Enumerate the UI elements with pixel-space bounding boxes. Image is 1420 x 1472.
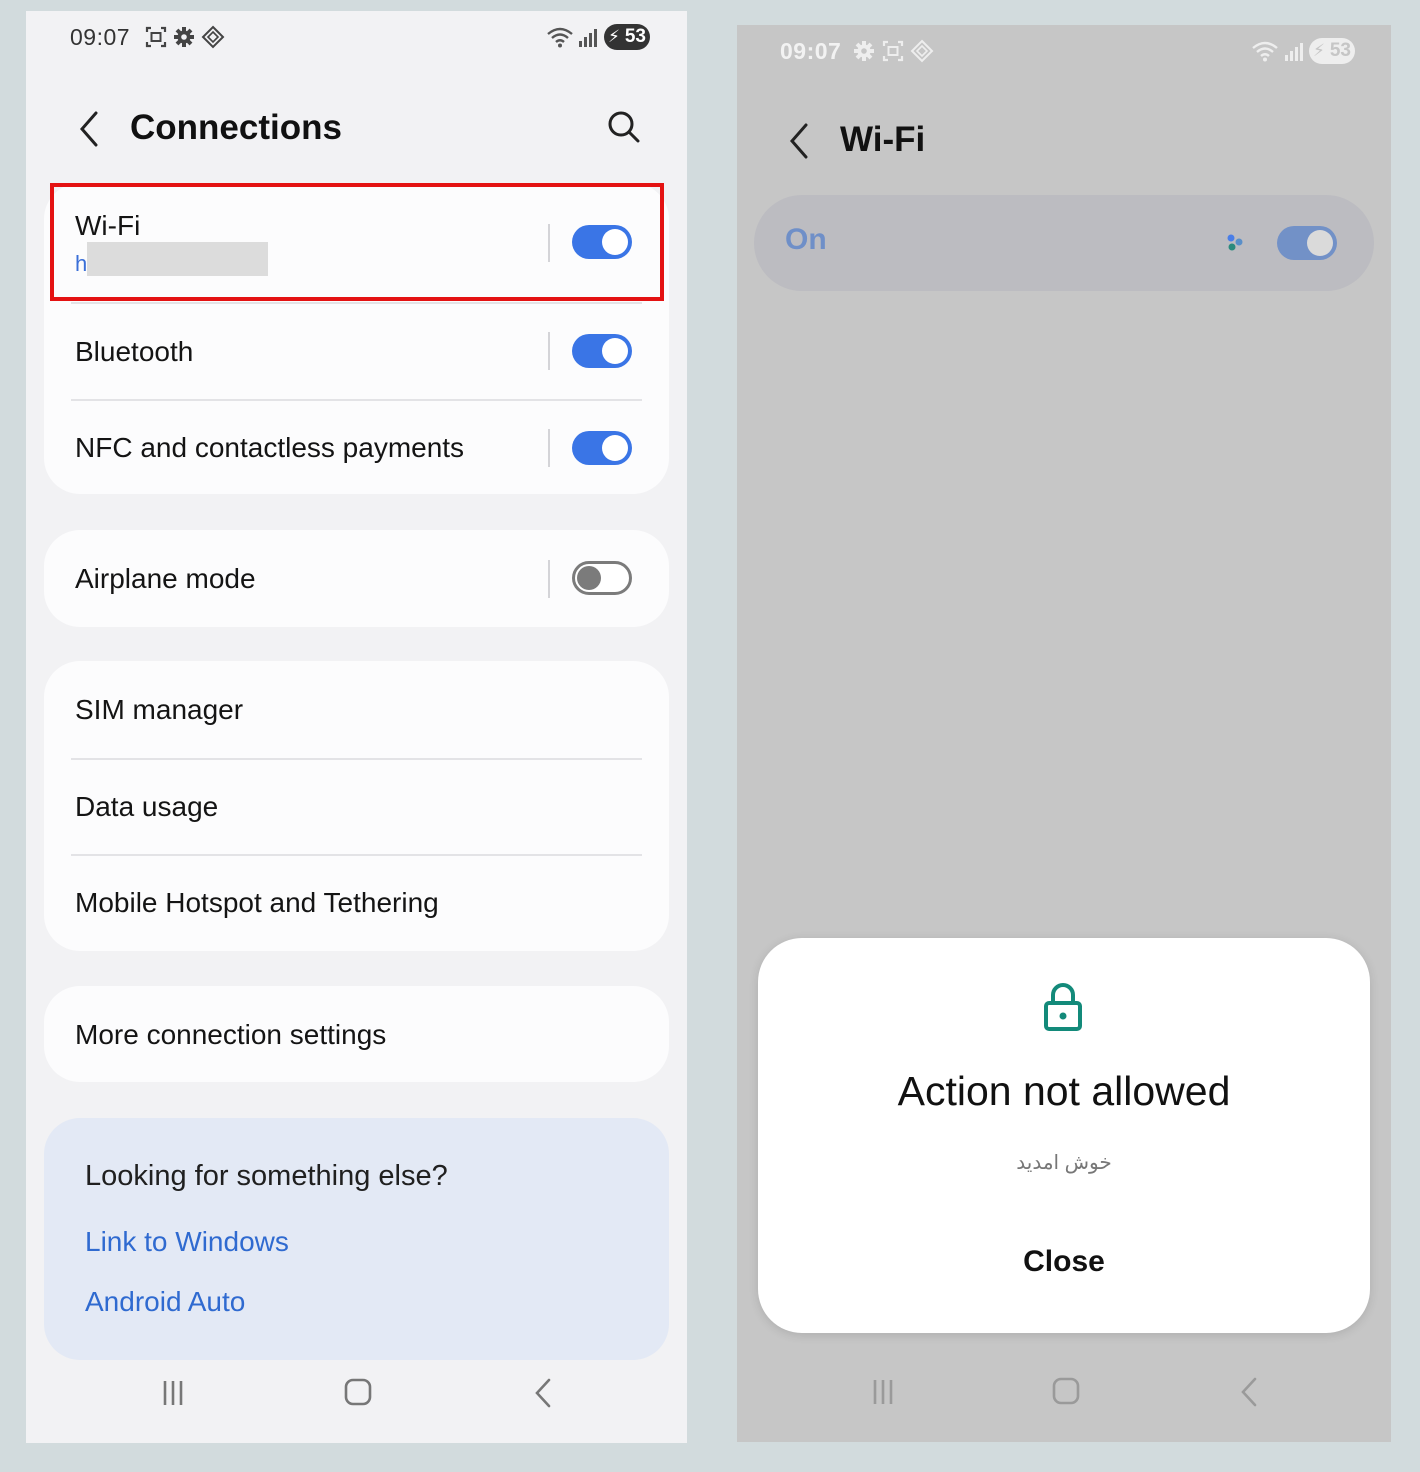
dialog-title: Action not allowed xyxy=(897,1068,1231,1114)
sim-manager-row[interactable]: SIM manager xyxy=(44,661,669,758)
intelligent-wifi-icon xyxy=(1227,234,1243,251)
airplane-row[interactable]: Airplane mode xyxy=(44,530,669,627)
wifi-master-switch-bar[interactable]: On xyxy=(754,195,1374,291)
hotspot-label: Mobile Hotspot and Tethering xyxy=(75,887,439,918)
link-to-windows-link[interactable]: Link to Windows xyxy=(85,1226,289,1258)
wifi-signal-icon xyxy=(547,27,573,48)
connections-screen: 09:07 ⚡ 53 Connections Wi-Fi h Bluetooth … xyxy=(26,11,687,1443)
airplane-toggle[interactable] xyxy=(572,561,632,595)
divider xyxy=(548,332,550,370)
nfc-label: NFC and contactless payments xyxy=(75,432,465,463)
network-card: SIM manager Data usage Mobile Hotspot an… xyxy=(44,661,669,951)
status-time: 09:07 xyxy=(780,38,842,64)
back-nav-button[interactable] xyxy=(513,1363,573,1423)
bluetooth-toggle[interactable] xyxy=(572,334,632,368)
sim-manager-label: SIM manager xyxy=(75,694,244,725)
more-settings-label: More connection settings xyxy=(75,1019,387,1050)
nfc-row[interactable]: NFC and contactless payments xyxy=(44,400,669,494)
suggestions-card: Looking for something else? Link to Wind… xyxy=(44,1118,669,1360)
wifi-signal-icon xyxy=(1252,41,1278,62)
navigation-bar xyxy=(26,1363,687,1443)
back-button[interactable] xyxy=(70,109,110,149)
charging-bolt-icon: ⚡ xyxy=(608,27,620,46)
page-title: Wi-Fi xyxy=(840,120,926,159)
battery-level: 53 xyxy=(1329,40,1351,61)
wifi-highlight-box xyxy=(50,183,664,301)
airplane-card: Airplane mode xyxy=(44,530,669,627)
cellular-signal-icon xyxy=(579,29,597,47)
home-button[interactable] xyxy=(328,1363,388,1423)
data-usage-label: Data usage xyxy=(75,791,219,822)
screenshot-icon xyxy=(145,26,167,48)
bluetooth-label: Bluetooth xyxy=(75,336,194,367)
vpn-diamond-icon xyxy=(910,39,934,63)
home-button[interactable] xyxy=(1036,1362,1096,1422)
divider xyxy=(548,560,550,598)
battery-indicator: ⚡ 53 xyxy=(1309,38,1355,64)
suggestions-title: Looking for something else? xyxy=(85,1160,448,1192)
cellular-signal-icon xyxy=(1285,43,1303,61)
recent-apps-button[interactable] xyxy=(143,1363,203,1423)
more-settings-card: More connection settings xyxy=(44,986,669,1082)
battery-level: 53 xyxy=(624,26,646,47)
bluetooth-row[interactable]: Bluetooth xyxy=(44,303,669,399)
page-title: Connections xyxy=(130,108,342,147)
gear-icon xyxy=(174,27,194,47)
lock-icon xyxy=(1044,983,1082,1031)
recent-apps-button[interactable] xyxy=(853,1362,913,1422)
status-time: 09:07 xyxy=(70,24,131,50)
airplane-label: Airplane mode xyxy=(75,563,256,594)
status-bar: 09:07 ⚡ 53 xyxy=(26,11,687,63)
back-nav-button[interactable] xyxy=(1219,1362,1279,1422)
hotspot-row[interactable]: Mobile Hotspot and Tethering xyxy=(44,855,669,951)
battery-indicator: ⚡ 53 xyxy=(604,24,650,50)
more-settings-row[interactable]: More connection settings xyxy=(44,986,669,1082)
back-button[interactable] xyxy=(780,121,820,161)
nfc-toggle[interactable] xyxy=(572,431,632,465)
gear-icon xyxy=(854,41,874,61)
close-button[interactable]: Close xyxy=(964,1245,1164,1279)
navigation-bar xyxy=(737,1362,1391,1442)
wifi-master-toggle[interactable] xyxy=(1277,226,1337,260)
android-auto-link[interactable]: Android Auto xyxy=(85,1286,245,1318)
vpn-diamond-icon xyxy=(201,25,225,49)
screenshot-icon xyxy=(882,40,904,62)
divider xyxy=(548,429,550,467)
dialog-message: خوش امدید xyxy=(1016,1152,1112,1174)
wifi-on-label: On xyxy=(785,223,827,256)
data-usage-row[interactable]: Data usage xyxy=(44,759,669,855)
wifi-screen: 09:07 ⚡ 53 Wi-Fi On Action not allowed خو… xyxy=(737,25,1391,1442)
charging-bolt-icon: ⚡ xyxy=(1313,41,1325,60)
action-not-allowed-dialog: Action not allowed خوش امدید Close xyxy=(758,938,1370,1333)
status-bar: 09:07 ⚡ 53 xyxy=(737,25,1391,77)
search-icon[interactable] xyxy=(606,109,642,145)
